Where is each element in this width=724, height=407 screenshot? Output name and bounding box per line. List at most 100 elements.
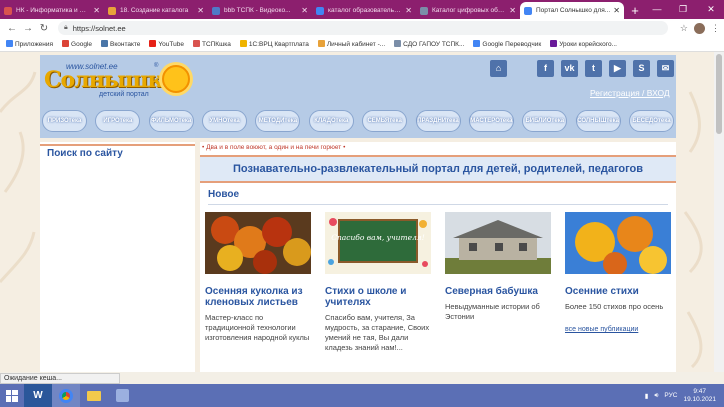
bookmark-item[interactable]: Уроки корейского...: [550, 40, 617, 48]
chrome-icon[interactable]: [52, 384, 80, 407]
bookmark-icon: [6, 40, 13, 47]
facebook-icon[interactable]: f: [537, 60, 554, 77]
taskbar: W ▮ 🔊︎ РУС 9:47 19.10.2021: [0, 384, 724, 407]
card-northern-grandma[interactable]: Северная бабушка Невыдуманные истории об…: [445, 212, 551, 322]
app-icon[interactable]: [108, 384, 136, 407]
bookmark-label: YouTube: [158, 41, 184, 48]
new-section-heading: Новое: [208, 189, 240, 200]
close-tab-icon[interactable]: ✕: [301, 6, 308, 15]
avatar[interactable]: [694, 22, 705, 34]
menu-item[interactable]: СЕМЬЯтека: [362, 110, 408, 132]
back-icon[interactable]: ←: [4, 23, 20, 34]
url-text: https://solnet.ee: [72, 23, 126, 33]
browser-tab[interactable]: Портал Солнышко для... ✕: [520, 2, 624, 19]
chalkboard-image[interactable]: Спасибо вам, учителя!: [325, 212, 431, 274]
card-title[interactable]: Стихи о школе и учителях: [325, 286, 431, 308]
close-tab-icon[interactable]: ✕: [613, 6, 620, 15]
menu-item[interactable]: БИБЛИОтека: [522, 110, 568, 132]
system-tray: ▮ 🔊︎ РУС 9:47 19.10.2021: [645, 388, 724, 404]
menu-item[interactable]: УМНОтека: [202, 110, 248, 132]
browser-tab[interactable]: НК - Информатика и ИКТ ✕: [0, 2, 104, 19]
close-tab-icon[interactable]: ✕: [197, 6, 204, 15]
menu-item[interactable]: ПРИЗОтека: [42, 110, 87, 132]
bookmark-icon: [192, 40, 200, 47]
bookmark-label: СДО ГАПОУ ТСПК...: [403, 41, 465, 48]
sun-icon: [162, 65, 190, 93]
skype-icon[interactable]: S: [633, 60, 650, 77]
card-autumn-doll[interactable]: Осенняя куколка из кленовых листьев Маст…: [205, 212, 311, 343]
close-tab-icon[interactable]: ✕: [405, 6, 412, 15]
card-title[interactable]: Осенняя куколка из кленовых листьев: [205, 286, 311, 308]
menu-item[interactable]: ПРАЗДНИтека: [415, 110, 461, 132]
vk-icon[interactable]: vk: [561, 60, 578, 77]
menu-item[interactable]: СОЛНЫШтека: [575, 110, 621, 132]
bookmark-item[interactable]: 1С:ВРЦ Квартплата: [239, 40, 309, 48]
close-tab-icon[interactable]: ✕: [509, 6, 516, 15]
bookmark-item[interactable]: Вконтакте: [101, 40, 140, 48]
auth-link[interactable]: Регистрация / ВХОД: [590, 88, 670, 98]
menu-icon[interactable]: ⋮: [711, 23, 720, 34]
favicon-icon: [108, 6, 116, 15]
language-indicator[interactable]: РУС: [664, 392, 677, 399]
yellow-leaves-image[interactable]: [565, 212, 671, 276]
menu-item[interactable]: МЕТОДИтека: [255, 110, 301, 132]
browser-tab[interactable]: Каталог цифровых обр... ✕: [416, 2, 520, 19]
menu-item[interactable]: БЕСЕДОтека: [628, 110, 674, 132]
youtube-icon[interactable]: ▶: [609, 60, 626, 77]
maximize-button[interactable]: ❐: [670, 0, 696, 19]
bookmark-label: Личный кабинет -...: [326, 41, 386, 48]
close-tab-icon[interactable]: ✕: [93, 6, 100, 15]
site-header: www.solnet.ee Солнышко ® детский портал …: [40, 55, 676, 138]
card-title[interactable]: Осенние стихи: [565, 286, 671, 297]
bookmark-item[interactable]: Приложения: [6, 40, 53, 48]
favicon-icon: [212, 6, 220, 15]
bookmark-item[interactable]: Личный кабинет -...: [317, 40, 386, 48]
bookmark-item[interactable]: СДО ГАПОУ ТСПК...: [394, 40, 464, 48]
word-icon[interactable]: W: [24, 384, 52, 407]
menu-item[interactable]: ФИЛЬМОтека: [148, 110, 194, 132]
explorer-icon[interactable]: [80, 384, 108, 407]
autumn-leaves-image[interactable]: [205, 212, 311, 274]
volume-icon[interactable]: 🔊︎: [654, 392, 658, 400]
card-school-poems[interactable]: Спасибо вам, учителя! Стихи о школе и уч…: [325, 212, 431, 353]
map-icon[interactable]: ⌂: [490, 60, 507, 77]
minimize-button[interactable]: —: [644, 0, 670, 19]
browser-tab[interactable]: каталог образовательн... ✕: [312, 2, 416, 19]
bookmark-item[interactable]: ТСПКшка: [192, 40, 231, 48]
windows-icon: [6, 389, 18, 402]
page-scrollbar[interactable]: [714, 52, 724, 372]
card-title[interactable]: Северная бабушка: [445, 286, 551, 297]
old-house-image[interactable]: [445, 212, 551, 274]
bookmark-item[interactable]: YouTube: [149, 40, 184, 48]
start-button[interactable]: [0, 384, 24, 407]
all-publications-link[interactable]: все новые публикации: [565, 326, 671, 333]
card-autumn-poems[interactable]: Осенние стихи Более 150 стихов про осень…: [565, 212, 671, 333]
bookmark-icon: [62, 40, 70, 47]
browser-tab[interactable]: bbb ТСПК - Видеоко... ✕: [208, 2, 312, 19]
close-window-button[interactable]: ✕: [698, 0, 724, 19]
reload-icon[interactable]: ↻: [36, 23, 52, 34]
bookmark-item[interactable]: Google: [62, 40, 92, 48]
scrollbar-thumb[interactable]: [716, 54, 722, 134]
clock[interactable]: 9:47 19.10.2021: [683, 388, 716, 404]
menu-item[interactable]: ИГРОтека: [95, 110, 141, 132]
tab-title: НК - Информатика и ИКТ: [16, 7, 91, 14]
lock-icon: 🔒︎: [64, 24, 68, 31]
logo-name: Солнышко: [44, 67, 177, 93]
browser-tab[interactable]: 18. Создание каталога ✕: [104, 2, 208, 19]
bookmark-item[interactable]: Google Переводчик: [473, 40, 541, 48]
site-logo[interactable]: www.solnet.ee Солнышко ® детский портал: [44, 61, 194, 99]
main-content: • Два и в поле воюют, а один и на печи г…: [200, 142, 676, 372]
new-tab-button[interactable]: +: [624, 2, 646, 19]
mail-icon[interactable]: ✉: [657, 60, 674, 77]
twitter-icon[interactable]: t: [585, 60, 602, 77]
forward-icon[interactable]: →: [20, 23, 36, 34]
card-desc: Мастер-класс по традиционной технологии …: [205, 313, 310, 342]
url-input[interactable]: 🔒︎ https://solnet.ee: [58, 21, 668, 35]
star-icon[interactable]: ☆: [680, 23, 688, 34]
menu-item[interactable]: КЛАДОтека: [308, 110, 354, 132]
bookmark-label: Уроки корейского...: [559, 41, 617, 48]
network-icon[interactable]: ▮: [645, 392, 649, 400]
bookmark-icon: [394, 40, 402, 47]
menu-item[interactable]: МАСТЕРОтека: [468, 110, 514, 132]
